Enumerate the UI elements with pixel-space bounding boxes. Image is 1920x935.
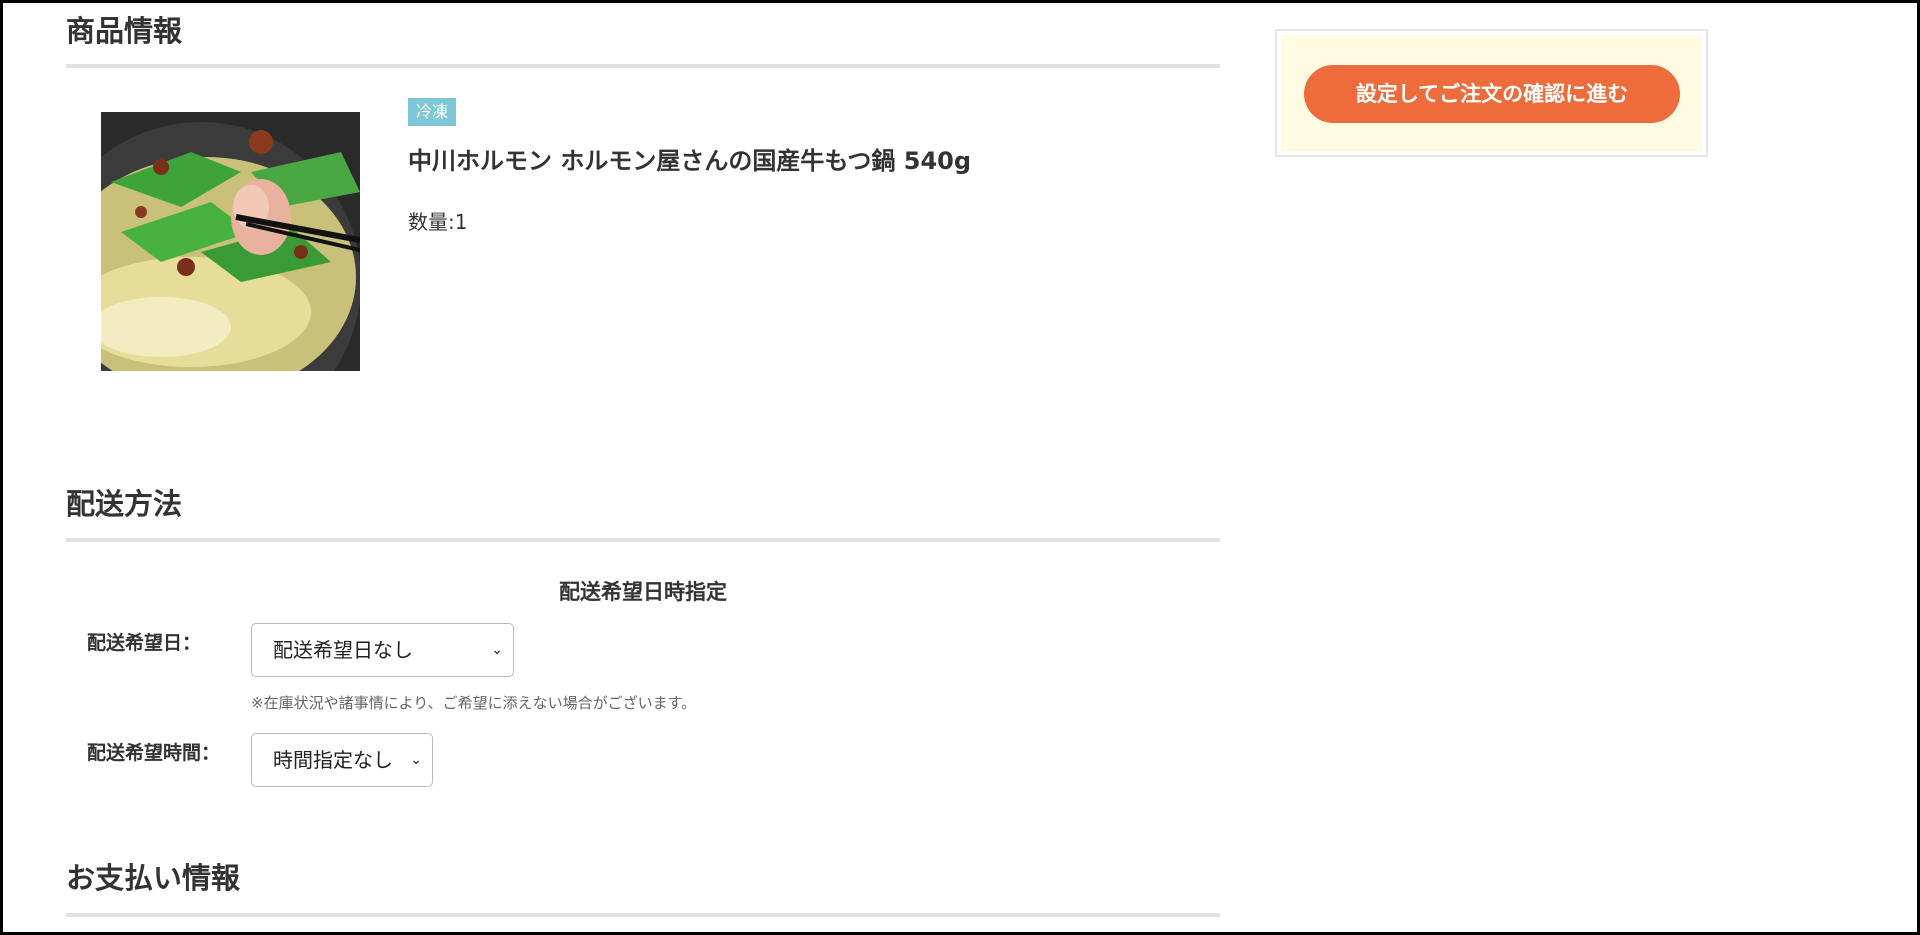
proceed-to-confirm-button[interactable]: 設定してご注文の確認に進む [1304,65,1680,123]
delivery-time-select[interactable]: 時間指定なし ⌄ [251,733,433,787]
section-divider [66,538,1220,542]
section-title-payment: お支払い情報 [66,861,241,895]
delivery-time-label: 配送希望時間： [87,742,221,764]
section-divider [66,913,1220,917]
order-sidebar-panel: 設定してご注文の確認に進む [1281,35,1702,151]
product-image[interactable] [101,112,360,371]
frozen-badge: 冷凍 [408,98,457,126]
delivery-date-value: 配送希望日なし [273,638,413,662]
delivery-date-label: 配送希望日： [87,632,202,654]
order-sidebar: 設定してご注文の確認に進む [1275,29,1708,157]
section-title-delivery: 配送方法 [66,487,183,521]
product-quantity: 数量:1 [408,210,468,234]
delivery-subtitle: 配送希望日時指定 [559,580,727,604]
delivery-time-value: 時間指定なし [273,748,393,772]
delivery-date-select[interactable]: 配送希望日なし ⌄ [251,623,514,677]
delivery-note: ※在庫状況や諸事情により、ご希望に添えない場合がございます。 [251,694,697,712]
chevron-down-icon: ⌄ [491,642,503,658]
page: 商品情報 冷凍 中川ホルモン ホルモン屋さんの国産牛もつ鍋 540g 数量:1 … [3,3,1917,932]
section-divider [66,64,1220,68]
chevron-down-icon: ⌄ [410,752,422,768]
section-title-product: 商品情報 [66,14,183,48]
product-name: 中川ホルモン ホルモン屋さんの国産牛もつ鍋 540g [408,147,972,175]
